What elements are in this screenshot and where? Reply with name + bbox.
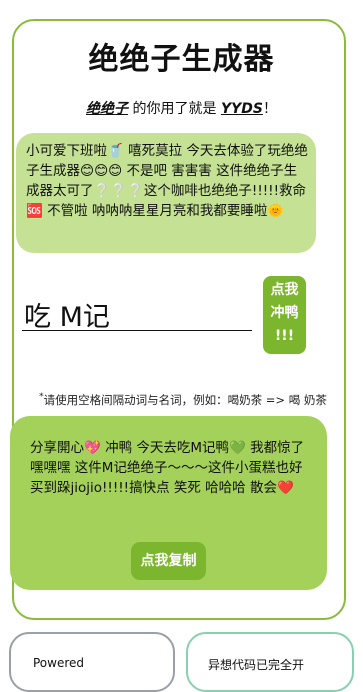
generate-button-line2: 冲鸭 [270,305,299,321]
subtitle-keyword-1: 绝绝子 [86,101,129,117]
page-subtitle: 绝绝子 的你用了就是 YYDS！ [0,98,363,118]
copy-button[interactable]: 点我复制 [131,542,206,580]
subtitle-keyword-2: YYDS [220,101,263,117]
generate-button-line1: 点我 [270,282,299,298]
footer-opensource-text: 异想代码已完全开 [208,658,305,672]
intro-bubble: 小可爱下班啦🥤 嘻死莫拉 今天去体验了玩绝绝子生成器😊😊😊 不是吧 害害害 这件… [16,133,316,253]
generate-button[interactable]: 点我 冲鸭 !!! [263,276,306,354]
intro-text: 小可爱下班啦🥤 嘻死莫拉 今天去体验了玩绝绝子生成器😊😊😊 不是吧 害害害 这件… [26,143,308,219]
subtitle-suffix: ！ [262,101,277,117]
hint-text: 请使用空格间隔动词与名词，例如：喝奶茶 => 喝 奶茶 [43,392,327,407]
footer-card-powered[interactable]: Powered [9,632,175,692]
phrase-input[interactable] [22,299,252,331]
result-text: 分享開心💖 冲鸭 今天去吃M记鸭💚 我都惊了 嘿嘿嘿 这件M记绝绝子～～～这件小… [30,440,305,496]
generate-button-line3: !!! [274,328,295,344]
footer-card-opensource[interactable]: 异想代码已完全开 [186,632,354,692]
subtitle-middle: 的你用了就是 [128,101,221,117]
usage-hint: *请使用空格间隔动词与名词，例如：喝奶茶 => 喝 奶茶 [28,389,338,408]
page-title: 绝绝子生成器 [88,42,275,77]
result-bubble: 分享開心💖 冲鸭 今天去吃M记鸭💚 我都惊了 嘿嘿嘿 这件M记绝绝子～～～这件小… [10,416,327,590]
input-row: 点我 冲鸭 !!! [20,275,320,355]
footer-powered-text: Powered [33,656,85,670]
